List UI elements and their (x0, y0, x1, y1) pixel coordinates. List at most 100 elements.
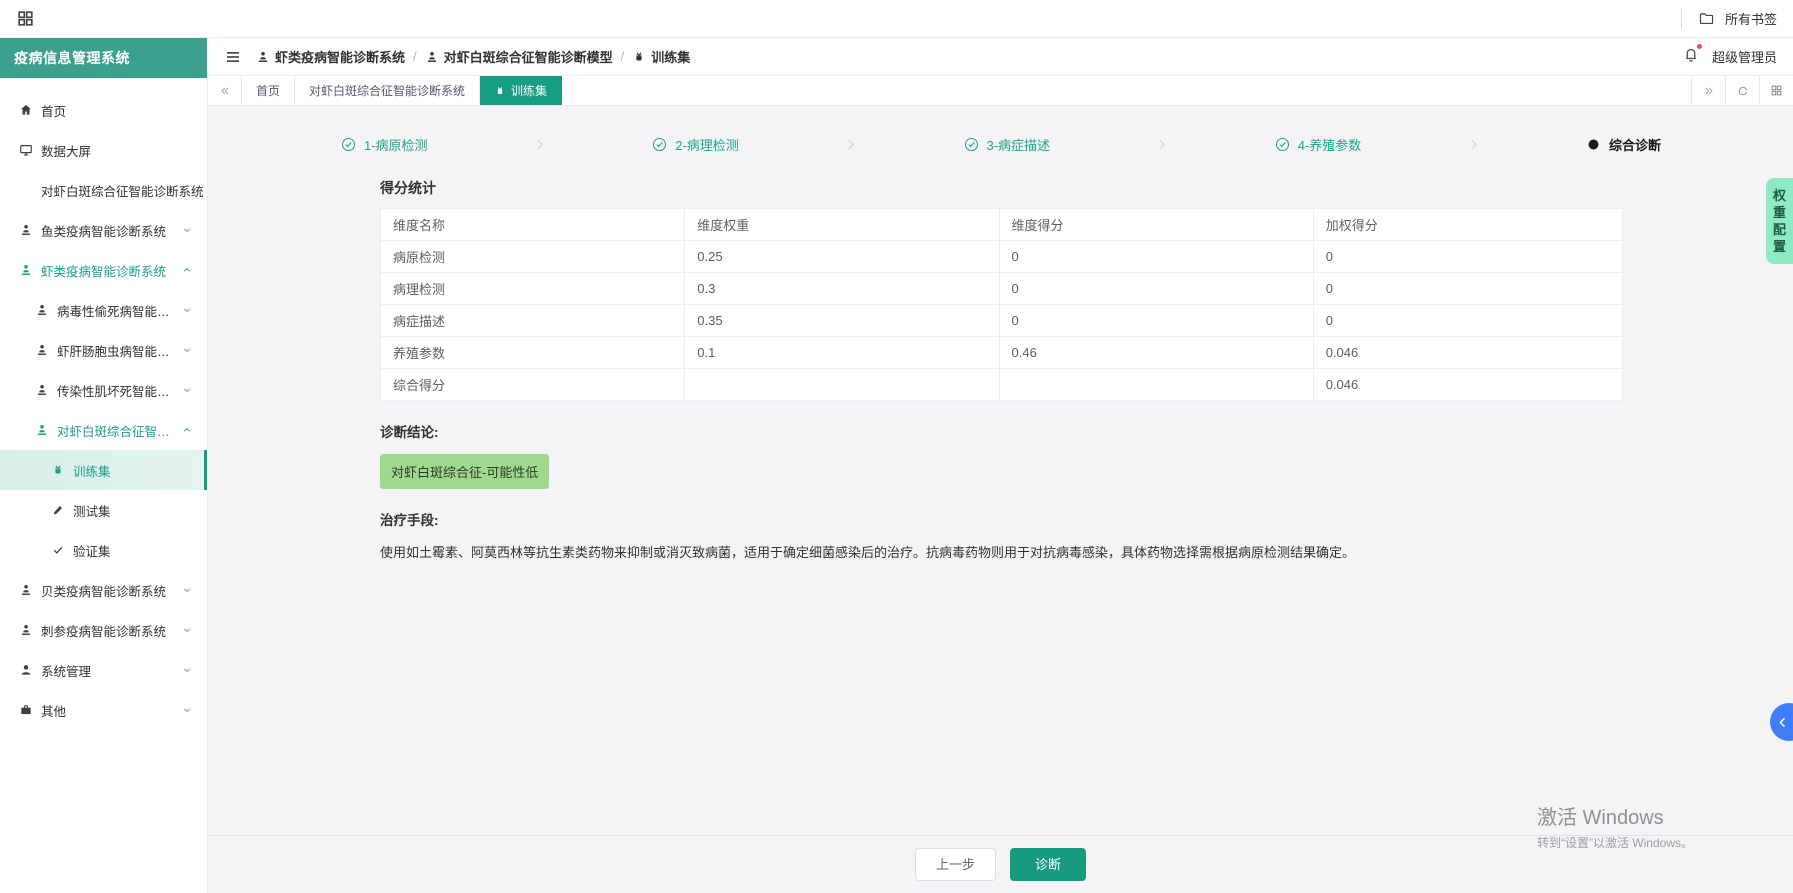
sidebar-item-viral-covert-mortality-model[interactable]: 病毒性偷死病智能诊断模型 (0, 290, 207, 330)
tab-label: 首页 (256, 84, 281, 98)
table-header-cell: 维度得分 (998, 208, 1314, 241)
treatment-label: 治疗手段: (380, 513, 439, 528)
score-section-title: 得分统计 (380, 180, 436, 196)
sidebar-item-label: 测试集 (73, 504, 111, 519)
sidebar-item-other[interactable]: 其他 (0, 690, 207, 730)
step-separator-icon (428, 137, 652, 152)
table-cell: 0 (1312, 304, 1624, 337)
tab-training-set[interactable]: 训练集 (480, 76, 563, 105)
sidebar-item-wssd-system-link[interactable]: 对虾白斑综合征智能诊断系统 (0, 170, 207, 210)
table-row: 病理检测 0.3 0 0 (379, 272, 1624, 305)
breadcrumb: 虾类疫病智能诊断系统 / 对虾白斑综合征智能诊断模型 / 训练集 (256, 47, 690, 66)
table-cell: 0 (998, 240, 1314, 273)
table-cell: 病原检测 (379, 240, 686, 273)
android-icon (632, 50, 646, 64)
weight-config-label: 权重配置 (1772, 188, 1786, 254)
content: 1-病原检测 2-病理检测 3-病症描述 4-养殖参数 综合诊断 得分统计 维度名称 维度… (208, 106, 1793, 893)
diagnose-button[interactable]: 诊断 (1010, 847, 1087, 882)
sidebar-item-system-management[interactable]: 系统管理 (0, 650, 207, 690)
previous-step-button[interactable]: 上一步 (914, 847, 996, 882)
sidebar-item-label: 数据大屏 (41, 144, 92, 159)
model-icon (34, 383, 49, 397)
table-cell: 0.35 (684, 304, 1000, 337)
sidebar-item-label: 对虾白斑综合征智能诊断模型 (57, 424, 181, 439)
chev-down-icon (181, 664, 193, 676)
sidebar-item-label: 病毒性偷死病智能诊断模型 (57, 304, 181, 319)
result-panel: 得分统计 维度名称 维度权重 维度得分 加权得分 病原检测 0.25 0 0 病理检测 0.3 0… (379, 178, 1624, 564)
divider (1680, 8, 1682, 29)
all-bookmarks-label[interactable]: 所有书签 (1725, 9, 1777, 28)
tab-label: 训练集 (511, 84, 548, 98)
bookmarks-folder-icon[interactable] (1698, 10, 1715, 27)
tab-home[interactable]: 首页 (242, 76, 296, 105)
table-header-row: 维度名称 维度权重 维度得分 加权得分 (379, 208, 1624, 241)
table-header-cell: 维度名称 (379, 208, 686, 241)
step-label: 2-病理检测 (675, 137, 739, 153)
weight-config-tab[interactable]: 权重配置 (1766, 178, 1793, 264)
chev-down-icon (181, 704, 193, 716)
sidebar-item-label: 虾肝肠胞虫病智能诊断模型 (57, 344, 181, 359)
home-icon (18, 103, 33, 117)
table-cell: 0.46 (998, 336, 1314, 369)
sidebar-item-home[interactable]: 首页 (0, 90, 207, 130)
sidebar-collapse-icon[interactable] (224, 48, 242, 66)
screen-icon (18, 143, 33, 157)
android-icon (50, 463, 65, 477)
tabs-scroll-left-icon[interactable] (208, 76, 242, 105)
sidebar-item-label: 刺参疫病智能诊断系统 (41, 624, 167, 639)
table-cell: 0 (998, 272, 1314, 305)
tab-label: 对虾白斑综合征智能诊断系统 (309, 84, 466, 98)
sidebar-item-wssd-model[interactable]: 对虾白斑综合征智能诊断模型 (0, 410, 207, 450)
sidebar-item-label: 传染性肌坏死智能诊断模型 (57, 384, 181, 399)
treatment-text: 使用如土霉素、阿莫西林等抗生素类药物来抑制或消灭致病菌，适用于确定细菌感染后的治… (380, 545, 1356, 560)
breadcrumb-item[interactable]: 训练集 (632, 47, 690, 66)
sidebar-item-label: 对虾白斑综合征智能诊断系统 (41, 184, 204, 199)
tab-layout-icon[interactable] (1759, 76, 1793, 105)
sidebar-item-shellfish-system[interactable]: 贝类疫病智能诊断系统 (0, 570, 207, 610)
sidebar-item-shrimp-system[interactable]: 虾类疫病智能诊断系统 (0, 250, 207, 290)
android-icon (494, 85, 506, 97)
sidebar-item-training-set[interactable]: 训练集 (0, 450, 207, 490)
notification-bell-icon[interactable] (1682, 43, 1703, 68)
main-header: 虾类疫病智能诊断系统 / 对虾白斑综合征智能诊断模型 / 训练集 超级管理员 (208, 38, 1793, 76)
sidebar-item-imn-model[interactable]: 传染性肌坏死智能诊断模型 (0, 370, 207, 410)
model-icon (425, 50, 439, 64)
sidebar: 疫病信息管理系统 首页 数据大屏 对虾白斑综合征智能诊断系统 鱼类疫病智能诊断系统 虾类… (0, 38, 208, 893)
breadcrumb-item[interactable]: 对虾白斑综合征智能诊断模型 (425, 47, 613, 66)
current-user[interactable]: 超级管理员 (1712, 47, 1777, 66)
sidebar-item-label: 贝类疫病智能诊断系统 (41, 584, 167, 599)
step-label: 1-病原检测 (364, 137, 428, 153)
chev-down-icon (181, 584, 193, 596)
model-icon (18, 583, 33, 597)
model-icon (18, 263, 33, 277)
sidebar-item-fish-system[interactable]: 鱼类疫病智能诊断系统 (0, 210, 207, 250)
tabbar-spacer (562, 76, 1691, 105)
breadcrumb-separator: / (620, 49, 625, 64)
model-icon (34, 423, 49, 437)
tab-refresh-icon[interactable] (1725, 76, 1759, 105)
sidebar-menu: 首页数据大屏对虾白斑综合征智能诊断系统鱼类疫病智能诊断系统 虾类疫病智能诊断系统病… (0, 78, 207, 893)
tab-bar: 首页 对虾白斑综合征智能诊断系统 训练集 (208, 76, 1793, 106)
table-cell (998, 368, 1314, 401)
check-icon (50, 543, 65, 557)
sidebar-item-test-set[interactable]: 测试集 (0, 490, 207, 530)
sidebar-item-validation-set[interactable]: 验证集 (0, 530, 207, 570)
tabs-scroll-right-icon[interactable] (1691, 76, 1725, 105)
sidebar-item-label: 其他 (41, 704, 67, 719)
model-icon (18, 223, 33, 237)
score-table: 维度名称 维度权重 维度得分 加权得分 病原检测 0.25 0 0 病理检测 0.3 0 0 病症描述… (379, 208, 1624, 401)
sidebar-item-ehp-model[interactable]: 虾肝肠胞虫病智能诊断模型 (0, 330, 207, 370)
sidebar-item-label: 验证集 (73, 544, 111, 559)
apps-grid-icon[interactable] (16, 9, 35, 28)
step-check-icon (651, 136, 668, 153)
sidebar-item-data-screen[interactable]: 数据大屏 (0, 130, 207, 170)
table-cell: 0.1 (684, 336, 1000, 369)
tab-wssd-system[interactable]: 对虾白斑综合征智能诊断系统 (295, 76, 481, 105)
sidebar-item-sea-cucumber-system[interactable]: 刺参疫病智能诊断系统 (0, 610, 207, 650)
breadcrumb-item[interactable]: 虾类疫病智能诊断系统 (256, 47, 405, 66)
table-cell: 综合得分 (379, 368, 686, 401)
notification-dot (1695, 43, 1703, 50)
model-icon (34, 303, 49, 317)
table-row: 病原检测 0.25 0 0 (379, 240, 1624, 273)
table-row: 养殖参数 0.1 0.46 0.046 (379, 336, 1624, 369)
